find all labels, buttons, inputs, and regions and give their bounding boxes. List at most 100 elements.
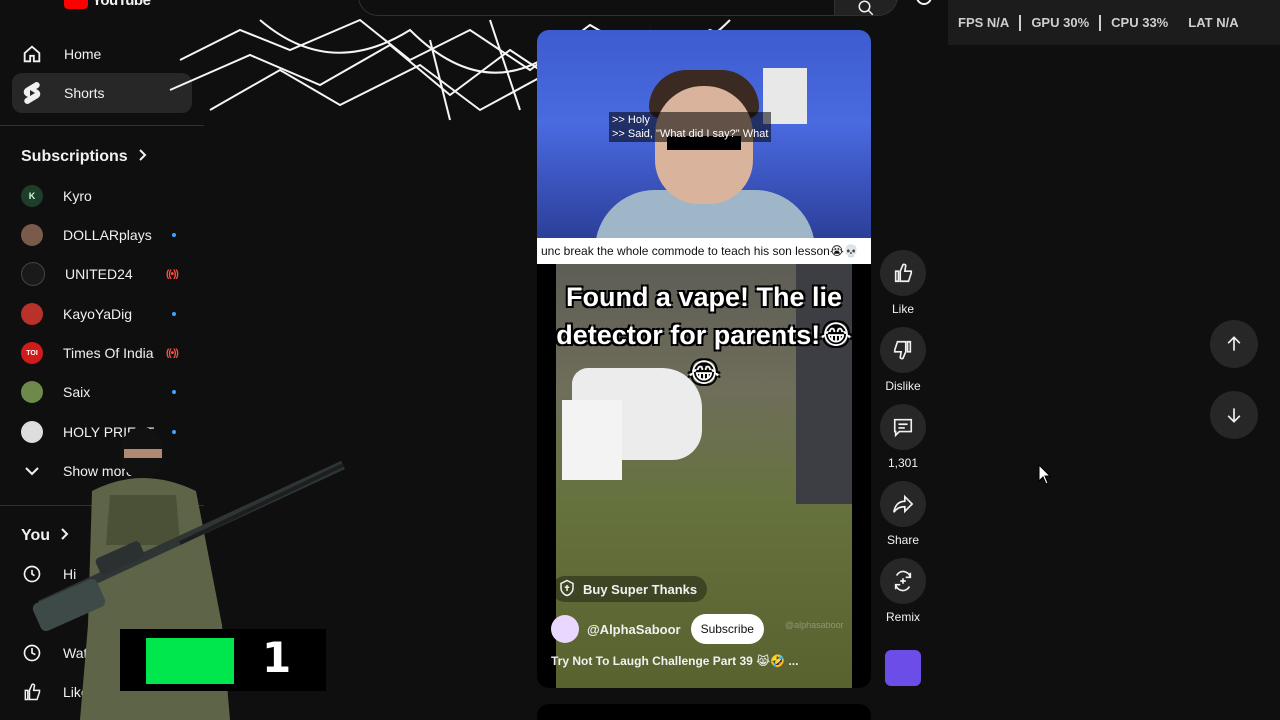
k-logo-icon (146, 638, 234, 684)
share-button[interactable]: Share (880, 481, 926, 547)
shorts-player[interactable]: >> Holy >> Said, "What did I say?" What … (537, 30, 871, 688)
subscription-name: HOLY PRIEST (63, 424, 155, 440)
sound-creator-avatar[interactable] (885, 650, 921, 686)
subscription-kayoyadig[interactable]: KayoYaDig (12, 296, 192, 332)
show-more-button[interactable]: Show more (12, 453, 192, 489)
watch-later-icon (21, 642, 43, 664)
sidebar-item-label: Liked (63, 684, 97, 700)
sidebar-divider (0, 505, 204, 506)
remix-label: Remix (885, 610, 920, 624)
sidebar: Home Shorts Subscriptions K Kyro DOLLARp… (0, 32, 204, 720)
cpu-readout: CPU 33% (1111, 15, 1169, 30)
latency-readout: LAT N/A (1188, 15, 1239, 30)
avatar (21, 262, 45, 286)
toilet-tank (562, 400, 622, 480)
video-overlay-text: Found a vape! The lie detector for paren… (556, 282, 852, 388)
arrow-up-icon (1227, 336, 1241, 351)
comments-button[interactable]: 1,301 (880, 404, 926, 470)
comment-count: 1,301 (887, 456, 919, 470)
subscription-name: UNITED24 (65, 266, 133, 282)
show-more-label: Show more (63, 463, 134, 479)
home-icon (20, 42, 44, 66)
dislike-label: Dislike (885, 379, 921, 393)
like-icon (21, 681, 43, 703)
sidebar-item-label: Home (64, 46, 102, 62)
like-label: Like (891, 302, 914, 316)
arrow-down-icon (1227, 408, 1241, 423)
sidebar-item-label: Watc (63, 645, 95, 661)
performance-overlay: FPS N/A GPU 30% CPU 33% LAT N/A (948, 0, 1280, 45)
logo-text: YouTube (92, 0, 151, 9)
super-thanks-label: Buy Super Thanks (583, 581, 698, 597)
comment-icon (880, 404, 926, 450)
chevron-right-icon (138, 148, 148, 166)
mic-icon[interactable] (912, 0, 936, 10)
share-label: Share (886, 533, 920, 547)
avatar (21, 303, 43, 325)
live-icon: ((•)) (166, 347, 179, 359)
new-content-dot (172, 233, 176, 237)
channel-row: @AlphaSaboor Subscribe (551, 614, 764, 644)
avatar (21, 381, 43, 403)
avatar: K (21, 185, 43, 207)
like-button[interactable]: Like (880, 250, 926, 316)
subscription-holy-priest[interactable]: HOLY PRIEST (12, 414, 192, 450)
chevron-down-icon (21, 460, 43, 482)
mouse-cursor-icon (1038, 464, 1052, 485)
caption-line: >> Said, "What did I say?" What (612, 128, 769, 140)
you-heading[interactable]: You (21, 527, 70, 545)
short-title[interactable]: Try Not To Laugh Challenge Part 39 😹🤣 ..… (551, 654, 798, 668)
video-watermark: @alphasaboor (785, 620, 844, 630)
live-icon: ((•)) (166, 268, 179, 280)
new-content-dot (172, 430, 176, 434)
subscription-name: Kyro (63, 188, 92, 204)
avatar: TOI (21, 342, 43, 364)
next-short-button[interactable] (1210, 391, 1258, 439)
subscribe-button[interactable]: Subscribe (690, 614, 764, 644)
subscription-kyro[interactable]: K Kyro (12, 178, 192, 214)
previous-short-button[interactable] (1210, 320, 1258, 368)
new-content-dot (172, 312, 176, 316)
shorts-icon (20, 81, 44, 105)
subscription-name: DOLLARplays (63, 227, 152, 243)
subscription-saix[interactable]: Saix (12, 374, 192, 410)
search-icon (858, 0, 874, 16)
new-content-dot (172, 390, 176, 394)
channel-avatar[interactable] (551, 615, 579, 643)
subscriptions-label: Subscriptions (21, 148, 128, 165)
search-button[interactable] (834, 0, 898, 16)
sidebar-item-label: Hi (63, 566, 77, 582)
subscriptions-heading[interactable]: Subscriptions (21, 148, 148, 166)
dislike-button[interactable]: Dislike (880, 327, 926, 393)
you-label: You (21, 527, 51, 544)
badge-number: 1 (262, 633, 292, 682)
subscription-name: Saix (63, 384, 91, 400)
history-icon (21, 563, 43, 585)
next-short-preview (537, 704, 871, 720)
stream-badge: 1 (120, 629, 326, 691)
subscription-times-of-india[interactable]: TOI Times Of India ((•)) (12, 335, 192, 371)
sidebar-item-home[interactable]: Home (12, 34, 192, 74)
sidebar-divider (0, 125, 204, 126)
avatar (21, 421, 43, 443)
subscription-name: KayoYaDig (63, 306, 133, 322)
youtube-logo[interactable]: YouTube (64, 0, 151, 9)
super-thanks-icon (558, 579, 576, 600)
sidebar-item-history[interactable]: Hi (12, 556, 192, 592)
sidebar-item-label: Shorts (64, 85, 105, 101)
thumbs-up-icon (880, 250, 926, 296)
subscription-dollarplays[interactable]: DOLLARplays (12, 217, 192, 253)
webcam-frame: >> Holy >> Said, "What did I say?" What (537, 30, 871, 250)
subscription-united24[interactable]: UNITED24 ((•)) (12, 256, 192, 292)
caption-line: >> Holy (612, 114, 650, 126)
search-input[interactable] (358, 0, 836, 16)
live-caption: >> Holy >> Said, "What did I say?" What (609, 112, 772, 142)
remix-button[interactable]: Remix (880, 558, 926, 624)
remix-icon (880, 558, 926, 604)
sidebar-item-shorts[interactable]: Shorts (12, 73, 192, 113)
video-caption-strip: unc break the whole commode to teach his… (537, 238, 871, 264)
super-thanks-button[interactable]: Buy Super Thanks (552, 576, 708, 602)
avatar (21, 224, 43, 246)
subscription-name: Times Of India (63, 345, 154, 361)
channel-handle[interactable]: @AlphaSaboor (587, 622, 681, 637)
